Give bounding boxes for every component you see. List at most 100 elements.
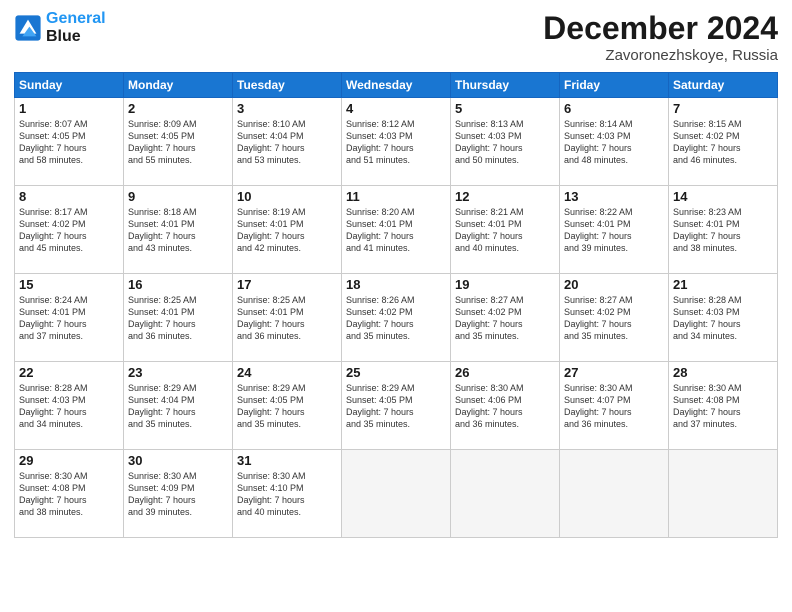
- calendar-cell: 29Sunrise: 8:30 AM Sunset: 4:08 PM Dayli…: [15, 450, 124, 538]
- month-title: December 2024: [543, 10, 778, 47]
- day-number: 11: [346, 189, 446, 204]
- calendar-cell: 17Sunrise: 8:25 AM Sunset: 4:01 PM Dayli…: [233, 274, 342, 362]
- calendar-cell: 1 Sunrise: 8:07 AM Sunset: 4:05 PM Daylig…: [15, 98, 124, 186]
- calendar-cell: 13 Sunrise: 8:22 AM Sunset: 4:01 PM Dayli…: [560, 186, 669, 274]
- day-info: Sunrise: 8:14 AM Sunset: 4:03 PM Dayligh…: [564, 118, 664, 167]
- day-number: 20: [564, 277, 664, 292]
- calendar-cell: 5 Sunrise: 8:13 AM Sunset: 4:03 PM Daylig…: [451, 98, 560, 186]
- day-number: 19: [455, 277, 555, 292]
- day-info: Sunrise: 8:28 AM Sunset: 4:03 PM Dayligh…: [673, 294, 773, 343]
- weekday-header-row: SundayMondayTuesdayWednesdayThursdayFrid…: [15, 73, 778, 98]
- day-number: 6: [564, 101, 664, 116]
- day-info: Sunrise: 8:27 AM Sunset: 4:02 PM Dayligh…: [564, 294, 664, 343]
- calendar-cell: [560, 450, 669, 538]
- week-row-5: 29Sunrise: 8:30 AM Sunset: 4:08 PM Dayli…: [15, 450, 778, 538]
- calendar-cell: [669, 450, 778, 538]
- title-block: December 2024 Zavoronezhskoye, Russia: [543, 10, 778, 64]
- calendar-cell: [451, 450, 560, 538]
- day-number: 12: [455, 189, 555, 204]
- day-info: Sunrise: 8:18 AM Sunset: 4:01 PM Dayligh…: [128, 206, 228, 255]
- day-number: 24: [237, 365, 337, 380]
- day-number: 31: [237, 453, 337, 468]
- day-info: Sunrise: 8:25 AM Sunset: 4:01 PM Dayligh…: [237, 294, 337, 343]
- weekday-header-sunday: Sunday: [15, 73, 124, 98]
- day-info: Sunrise: 8:29 AM Sunset: 4:05 PM Dayligh…: [346, 382, 446, 431]
- week-row-3: 15 Sunrise: 8:24 AM Sunset: 4:01 PM Dayli…: [15, 274, 778, 362]
- calendar-cell: 28 Sunrise: 8:30 AM Sunset: 4:08 PM Dayli…: [669, 362, 778, 450]
- calendar-cell: 21 Sunrise: 8:28 AM Sunset: 4:03 PM Dayli…: [669, 274, 778, 362]
- day-info: Sunrise: 8:15 AM Sunset: 4:02 PM Dayligh…: [673, 118, 773, 167]
- day-number: 27: [564, 365, 664, 380]
- day-info: Sunrise: 8:29 AM Sunset: 4:05 PM Dayligh…: [237, 382, 337, 431]
- logo-icon: [14, 14, 42, 42]
- day-number: 28: [673, 365, 773, 380]
- calendar-cell: 2 Sunrise: 8:09 AM Sunset: 4:05 PM Daylig…: [124, 98, 233, 186]
- day-info: Sunrise: 8:07 AM Sunset: 4:05 PM Dayligh…: [19, 118, 119, 167]
- day-number: 15: [19, 277, 119, 292]
- day-number: 14: [673, 189, 773, 204]
- weekday-header-thursday: Thursday: [451, 73, 560, 98]
- week-row-4: 22 Sunrise: 8:28 AM Sunset: 4:03 PM Dayli…: [15, 362, 778, 450]
- calendar-cell: 19 Sunrise: 8:27 AM Sunset: 4:02 PM Dayli…: [451, 274, 560, 362]
- calendar-cell: 9 Sunrise: 8:18 AM Sunset: 4:01 PM Daylig…: [124, 186, 233, 274]
- calendar-cell: 26Sunrise: 8:30 AM Sunset: 4:06 PM Dayli…: [451, 362, 560, 450]
- calendar-cell: 30 Sunrise: 8:30 AM Sunset: 4:09 PM Dayli…: [124, 450, 233, 538]
- calendar-cell: 23 Sunrise: 8:29 AM Sunset: 4:04 PM Dayli…: [124, 362, 233, 450]
- calendar-cell: 10 Sunrise: 8:19 AM Sunset: 4:01 PM Dayli…: [233, 186, 342, 274]
- calendar-cell: 12Sunrise: 8:21 AM Sunset: 4:01 PM Dayli…: [451, 186, 560, 274]
- day-number: 5: [455, 101, 555, 116]
- calendar-cell: 8Sunrise: 8:17 AM Sunset: 4:02 PM Daylig…: [15, 186, 124, 274]
- page-container: General Blue December 2024 Zavoronezhsko…: [0, 0, 792, 612]
- day-number: 21: [673, 277, 773, 292]
- day-info: Sunrise: 8:19 AM Sunset: 4:01 PM Dayligh…: [237, 206, 337, 255]
- day-info: Sunrise: 8:30 AM Sunset: 4:06 PM Dayligh…: [455, 382, 555, 431]
- day-info: Sunrise: 8:13 AM Sunset: 4:03 PM Dayligh…: [455, 118, 555, 167]
- weekday-header-friday: Friday: [560, 73, 669, 98]
- day-number: 1: [19, 101, 119, 116]
- day-info: Sunrise: 8:28 AM Sunset: 4:03 PM Dayligh…: [19, 382, 119, 431]
- header: General Blue December 2024 Zavoronezhsko…: [14, 10, 778, 64]
- day-info: Sunrise: 8:30 AM Sunset: 4:09 PM Dayligh…: [128, 470, 228, 519]
- day-info: Sunrise: 8:23 AM Sunset: 4:01 PM Dayligh…: [673, 206, 773, 255]
- day-number: 8: [19, 189, 119, 204]
- calendar-cell: 4Sunrise: 8:12 AM Sunset: 4:03 PM Daylig…: [342, 98, 451, 186]
- day-info: Sunrise: 8:30 AM Sunset: 4:10 PM Dayligh…: [237, 470, 337, 519]
- calendar-cell: 27 Sunrise: 8:30 AM Sunset: 4:07 PM Dayli…: [560, 362, 669, 450]
- calendar-cell: [342, 450, 451, 538]
- day-info: Sunrise: 8:30 AM Sunset: 4:08 PM Dayligh…: [673, 382, 773, 431]
- calendar-cell: 14 Sunrise: 8:23 AM Sunset: 4:01 PM Dayli…: [669, 186, 778, 274]
- day-info: Sunrise: 8:10 AM Sunset: 4:04 PM Dayligh…: [237, 118, 337, 167]
- day-number: 25: [346, 365, 446, 380]
- day-number: 2: [128, 101, 228, 116]
- day-info: Sunrise: 8:29 AM Sunset: 4:04 PM Dayligh…: [128, 382, 228, 431]
- day-info: Sunrise: 8:09 AM Sunset: 4:05 PM Dayligh…: [128, 118, 228, 167]
- day-info: Sunrise: 8:30 AM Sunset: 4:07 PM Dayligh…: [564, 382, 664, 431]
- day-number: 13: [564, 189, 664, 204]
- day-number: 10: [237, 189, 337, 204]
- calendar-table: SundayMondayTuesdayWednesdayThursdayFrid…: [14, 72, 778, 538]
- calendar-cell: 11 Sunrise: 8:20 AM Sunset: 4:01 PM Dayli…: [342, 186, 451, 274]
- day-info: Sunrise: 8:20 AM Sunset: 4:01 PM Dayligh…: [346, 206, 446, 255]
- weekday-header-tuesday: Tuesday: [233, 73, 342, 98]
- calendar-cell: 18Sunrise: 8:26 AM Sunset: 4:02 PM Dayli…: [342, 274, 451, 362]
- weekday-header-wednesday: Wednesday: [342, 73, 451, 98]
- day-number: 30: [128, 453, 228, 468]
- logo-text: General Blue: [46, 10, 106, 47]
- calendar-cell: 16Sunrise: 8:25 AM Sunset: 4:01 PM Dayli…: [124, 274, 233, 362]
- weekday-header-saturday: Saturday: [669, 73, 778, 98]
- location: Zavoronezhskoye, Russia: [543, 47, 778, 64]
- logo: General Blue: [14, 10, 106, 47]
- day-number: 23: [128, 365, 228, 380]
- day-info: Sunrise: 8:22 AM Sunset: 4:01 PM Dayligh…: [564, 206, 664, 255]
- calendar-cell: 22 Sunrise: 8:28 AM Sunset: 4:03 PM Dayli…: [15, 362, 124, 450]
- calendar-cell: 15 Sunrise: 8:24 AM Sunset: 4:01 PM Dayli…: [15, 274, 124, 362]
- day-info: Sunrise: 8:27 AM Sunset: 4:02 PM Dayligh…: [455, 294, 555, 343]
- day-number: 22: [19, 365, 119, 380]
- day-info: Sunrise: 8:24 AM Sunset: 4:01 PM Dayligh…: [19, 294, 119, 343]
- day-number: 7: [673, 101, 773, 116]
- day-info: Sunrise: 8:26 AM Sunset: 4:02 PM Dayligh…: [346, 294, 446, 343]
- day-number: 9: [128, 189, 228, 204]
- day-number: 29: [19, 453, 119, 468]
- week-row-2: 8Sunrise: 8:17 AM Sunset: 4:02 PM Daylig…: [15, 186, 778, 274]
- calendar-cell: 20 Sunrise: 8:27 AM Sunset: 4:02 PM Dayli…: [560, 274, 669, 362]
